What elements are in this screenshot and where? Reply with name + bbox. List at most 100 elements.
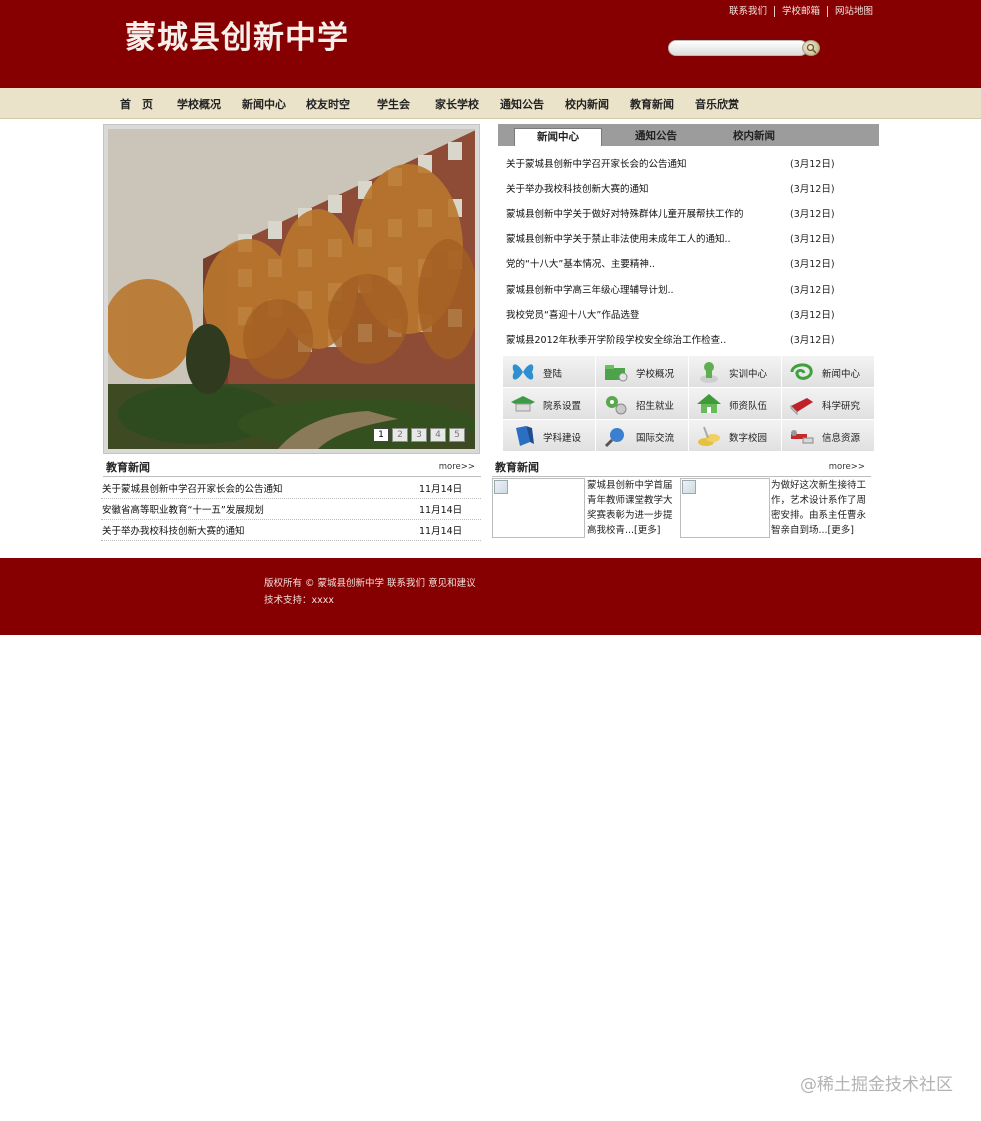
news-date: (3月12日) bbox=[790, 284, 835, 296]
list-item[interactable]: 党的“十八大”基本情况、主要精神.. (3月12日) bbox=[506, 251, 876, 276]
tab-campus-news[interactable]: 校内新闻 bbox=[710, 128, 798, 146]
photo-news-item[interactable]: 为做好这次新生接待工作，艺术设计系作了周密安排。由系主任曹永智亲自到场...[更… bbox=[680, 478, 872, 540]
quick-link-discipline[interactable]: 学科建设 bbox=[503, 420, 596, 452]
contact-link[interactable]: 联系我们 bbox=[722, 6, 774, 17]
news-date: (3月12日) bbox=[790, 309, 835, 321]
list-item[interactable]: 我校党员“喜迎十八大”作品选登 (3月12日) bbox=[506, 301, 876, 326]
quick-links-grid: 登陆 学校概况 实训中心 新闻中心 院系设置 招生就业 师资队伍 科学研究 学科… bbox=[503, 356, 875, 452]
list-item[interactable]: 关于蒙城县创新中学召开家长会的公告通知 11月14日 bbox=[101, 478, 481, 499]
quick-link-label: 学科建设 bbox=[543, 433, 582, 444]
quick-link-admissions[interactable]: 招生就业 bbox=[596, 388, 689, 420]
slide-page-button[interactable]: 5 bbox=[449, 428, 465, 442]
magnifier-icon bbox=[604, 428, 624, 448]
site-header: 蒙城县创新中学 联系我们 学校邮箱 网站地图 bbox=[0, 0, 981, 88]
list-item[interactable]: 关于蒙城县创新中学召开家长会的公告通知 (3月12日) bbox=[506, 150, 876, 175]
swirl-icon bbox=[790, 363, 813, 380]
news-title[interactable]: 关于蒙城县创新中学召开家长会的公告通知 bbox=[101, 481, 419, 495]
news-title[interactable]: 我校党员“喜迎十八大”作品选登 bbox=[506, 307, 790, 321]
news-title[interactable]: 安徽省高等职业教育“十一五”发展规划 bbox=[101, 502, 419, 516]
top-links: 联系我们 学校邮箱 网站地图 bbox=[722, 6, 880, 17]
slide-page-button[interactable]: 3 bbox=[411, 428, 427, 442]
nav-school-overview[interactable]: 学校概况 bbox=[177, 96, 221, 112]
nav-education-news[interactable]: 教育新闻 bbox=[630, 96, 674, 112]
quick-link-label: 师资队伍 bbox=[729, 401, 768, 412]
list-item[interactable]: 安徽省高等职业教育“十一五”发展规划 11月14日 bbox=[101, 499, 481, 520]
quick-link-training-center[interactable]: 实训中心 bbox=[689, 356, 782, 388]
quick-link-digital-campus[interactable]: 数字校园 bbox=[689, 420, 782, 452]
news-title[interactable]: 蒙城县创新中学高三年级心理辅导计划.. bbox=[506, 282, 790, 296]
news-summary[interactable]: 蒙城县创新中学首届青年教师课堂教学大奖赛表彰为进一步提高我校青...[更多] bbox=[587, 478, 677, 538]
news-summary[interactable]: 为做好这次新生接待工作，艺术设计系作了周密安排。由系主任曹永智亲自到场...[更… bbox=[771, 478, 871, 538]
news-title[interactable]: 蒙城县创新中学关于做好对特殊群体儿童开展帮扶工作的 bbox=[506, 206, 790, 220]
tab-notices[interactable]: 通知公告 bbox=[612, 128, 700, 146]
coins-icon bbox=[698, 426, 720, 446]
slide-page-button[interactable]: 2 bbox=[392, 428, 408, 442]
watermark: @稀土掘金技术社区 bbox=[800, 1075, 953, 1095]
photo-slideshow[interactable]: 1 2 3 4 5 bbox=[103, 124, 480, 454]
news-date: (3月12日) bbox=[790, 259, 835, 271]
search-box bbox=[668, 40, 821, 57]
slide-page-button[interactable]: 4 bbox=[430, 428, 446, 442]
nav-campus-news[interactable]: 校内新闻 bbox=[565, 96, 609, 112]
tab-news-center[interactable]: 新闻中心 bbox=[514, 128, 602, 146]
quick-link-label: 登陆 bbox=[543, 369, 563, 380]
quick-link-departments[interactable]: 院系设置 bbox=[503, 388, 596, 420]
campus-photo: 1 2 3 4 5 bbox=[108, 129, 475, 449]
quick-link-info-resources[interactable]: 信息资源 bbox=[782, 420, 875, 452]
news-date: (3月12日) bbox=[790, 334, 835, 346]
quick-link-international[interactable]: 国际交流 bbox=[596, 420, 689, 452]
search-input[interactable] bbox=[668, 40, 808, 56]
news-title[interactable]: 蒙城县创新中学关于禁止非法使用未成年工人的通知.. bbox=[506, 231, 790, 245]
news-title[interactable]: 关于蒙城县创新中学召开家长会的公告通知 bbox=[506, 156, 790, 170]
news-title[interactable]: 蒙城县2012年秋季开学阶段学校安全综治工作检查.. bbox=[506, 332, 790, 346]
list-item[interactable]: 蒙城县2012年秋季开学阶段学校安全综治工作检查.. (3月12日) bbox=[506, 326, 876, 351]
nav-music[interactable]: 音乐欣赏 bbox=[695, 96, 739, 112]
news-title[interactable]: 关于举办我校科技创新大赛的通知 bbox=[101, 523, 419, 537]
news-date: (3月12日) bbox=[790, 234, 835, 246]
quick-link-label: 数字校园 bbox=[729, 433, 768, 444]
quick-link-login[interactable]: 登陆 bbox=[503, 356, 596, 388]
list-item[interactable]: 蒙城县创新中学关于禁止非法使用未成年工人的通知.. (3月12日) bbox=[506, 226, 876, 251]
news-thumbnail[interactable] bbox=[492, 478, 585, 538]
news-title[interactable]: 党的“十八大”基本情况、主要精神.. bbox=[506, 256, 790, 270]
quick-link-news-center[interactable]: 新闻中心 bbox=[782, 356, 875, 388]
news-thumbnail[interactable] bbox=[680, 478, 770, 538]
school-mail-link[interactable]: 学校邮箱 bbox=[773, 6, 827, 17]
quick-link-faculty[interactable]: 师资队伍 bbox=[689, 388, 782, 420]
quick-link-label: 国际交流 bbox=[636, 433, 675, 444]
quick-link-label: 信息资源 bbox=[822, 433, 861, 444]
list-item[interactable]: 关于举办我校科技创新大赛的通知 (3月12日) bbox=[506, 175, 876, 200]
news-date: 11月14日 bbox=[419, 526, 463, 537]
nav-alumni[interactable]: 校友时空 bbox=[306, 96, 350, 112]
quick-link-label: 招生就业 bbox=[636, 401, 675, 412]
site-logo[interactable]: 蒙城县创新中学 bbox=[125, 12, 349, 57]
nav-news-center[interactable]: 新闻中心 bbox=[242, 96, 286, 112]
quick-link-label: 科学研究 bbox=[822, 401, 861, 412]
nav-student-union[interactable]: 学生会 bbox=[377, 96, 410, 112]
cap-icon bbox=[511, 396, 535, 412]
more-link[interactable]: more>> bbox=[829, 462, 865, 472]
list-item[interactable]: 关于举办我校科技创新大赛的通知 11月14日 bbox=[101, 520, 481, 541]
section-title: 教育新闻 bbox=[495, 461, 539, 474]
sitemap-link[interactable]: 网站地图 bbox=[826, 6, 880, 17]
more-link[interactable]: more>> bbox=[439, 462, 475, 472]
search-button[interactable] bbox=[802, 40, 820, 56]
pen-icon bbox=[516, 426, 534, 446]
quick-link-label: 院系设置 bbox=[543, 401, 582, 412]
nav-home[interactable]: 首 页 bbox=[120, 96, 153, 112]
news-title[interactable]: 关于举办我校科技创新大赛的通知 bbox=[506, 181, 790, 195]
slide-page-button[interactable]: 1 bbox=[373, 428, 389, 442]
photo-news-item[interactable]: 蒙城县创新中学首届青年教师课堂教学大奖赛表彰为进一步提高我校青...[更多] bbox=[492, 478, 678, 540]
quick-link-label: 新闻中心 bbox=[822, 369, 861, 380]
quick-link-research[interactable]: 科学研究 bbox=[782, 388, 875, 420]
list-item[interactable]: 蒙城县创新中学高三年级心理辅导计划.. (3月12日) bbox=[506, 276, 876, 301]
tools-icon bbox=[791, 430, 814, 444]
edu-news-left-header: 教育新闻 more>> bbox=[103, 455, 481, 477]
nav-parent-school[interactable]: 家长学校 bbox=[435, 96, 479, 112]
book-icon bbox=[790, 398, 813, 416]
quick-link-school-overview[interactable]: 学校概况 bbox=[596, 356, 689, 388]
nav-notices[interactable]: 通知公告 bbox=[500, 96, 544, 112]
news-date: (3月12日) bbox=[790, 183, 835, 195]
list-item[interactable]: 蒙城县创新中学关于做好对特殊群体儿童开展帮扶工作的 (3月12日) bbox=[506, 200, 876, 225]
edu-news-left-list: 关于蒙城县创新中学召开家长会的公告通知 11月14日 安徽省高等职业教育“十一五”… bbox=[101, 478, 481, 541]
